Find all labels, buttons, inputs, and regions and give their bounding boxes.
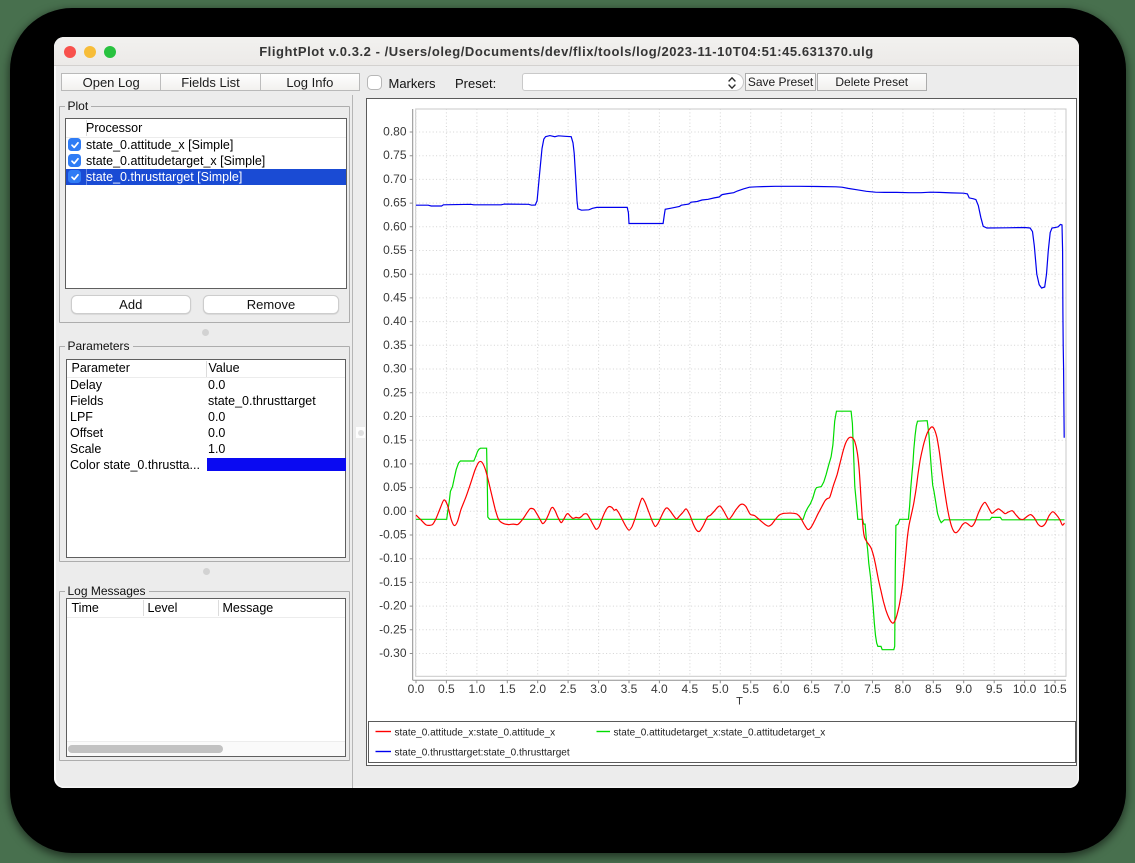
svg-text:state_0.attitude_x:state_0.att: state_0.attitude_x:state_0.attitude_x (395, 728, 556, 739)
svg-text:7.5: 7.5 (864, 682, 881, 696)
svg-text:0.20: 0.20 (383, 409, 407, 423)
svg-text:0.50: 0.50 (383, 267, 407, 281)
svg-text:0.25: 0.25 (383, 385, 407, 399)
svg-text:4.5: 4.5 (682, 682, 699, 696)
svg-text:0.55: 0.55 (383, 243, 407, 257)
svg-text:4.0: 4.0 (651, 682, 668, 696)
svg-text:0.40: 0.40 (383, 314, 407, 328)
svg-text:0.00: 0.00 (383, 504, 407, 518)
svg-text:1.0: 1.0 (469, 682, 486, 696)
svg-text:-0.30: -0.30 (379, 646, 407, 660)
svg-text:0.05: 0.05 (383, 480, 407, 494)
svg-text:0.35: 0.35 (383, 338, 407, 352)
svg-text:0.75: 0.75 (383, 148, 407, 162)
svg-text:5.5: 5.5 (742, 682, 759, 696)
svg-text:6.5: 6.5 (803, 682, 820, 696)
svg-text:T: T (736, 696, 743, 708)
svg-text:0.5: 0.5 (438, 682, 455, 696)
svg-text:state_0.attitudetarget_x:state: state_0.attitudetarget_x:state_0.attitud… (614, 728, 826, 739)
svg-text:0.65: 0.65 (383, 196, 407, 210)
svg-text:6.0: 6.0 (773, 682, 790, 696)
svg-text:10.5: 10.5 (1043, 682, 1067, 696)
svg-text:3.5: 3.5 (621, 682, 638, 696)
svg-text:7.0: 7.0 (834, 682, 851, 696)
svg-text:0.80: 0.80 (383, 125, 407, 139)
svg-text:2.0: 2.0 (529, 682, 546, 696)
svg-text:2.5: 2.5 (560, 682, 577, 696)
svg-text:0.70: 0.70 (383, 172, 407, 186)
svg-text:-0.10: -0.10 (379, 551, 407, 565)
svg-text:-0.20: -0.20 (379, 599, 407, 613)
svg-text:state_0.thrusttarget:state_0.t: state_0.thrusttarget:state_0.thrusttarge… (395, 748, 570, 759)
svg-text:8.5: 8.5 (925, 682, 942, 696)
svg-text:9.5: 9.5 (986, 682, 1003, 696)
svg-text:0.60: 0.60 (383, 219, 407, 233)
svg-text:3.0: 3.0 (590, 682, 607, 696)
svg-text:0.10: 0.10 (383, 456, 407, 470)
svg-text:1.5: 1.5 (499, 682, 516, 696)
svg-text:-0.25: -0.25 (379, 622, 407, 636)
svg-text:10.0: 10.0 (1013, 682, 1037, 696)
svg-text:-0.05: -0.05 (379, 528, 407, 542)
svg-text:-0.15: -0.15 (379, 575, 407, 589)
svg-text:0.15: 0.15 (383, 433, 407, 447)
svg-text:0.30: 0.30 (383, 362, 407, 376)
svg-text:0.0: 0.0 (408, 682, 425, 696)
svg-text:9.0: 9.0 (955, 682, 972, 696)
svg-text:8.0: 8.0 (895, 682, 912, 696)
svg-text:0.45: 0.45 (383, 290, 407, 304)
svg-text:5.0: 5.0 (712, 682, 729, 696)
